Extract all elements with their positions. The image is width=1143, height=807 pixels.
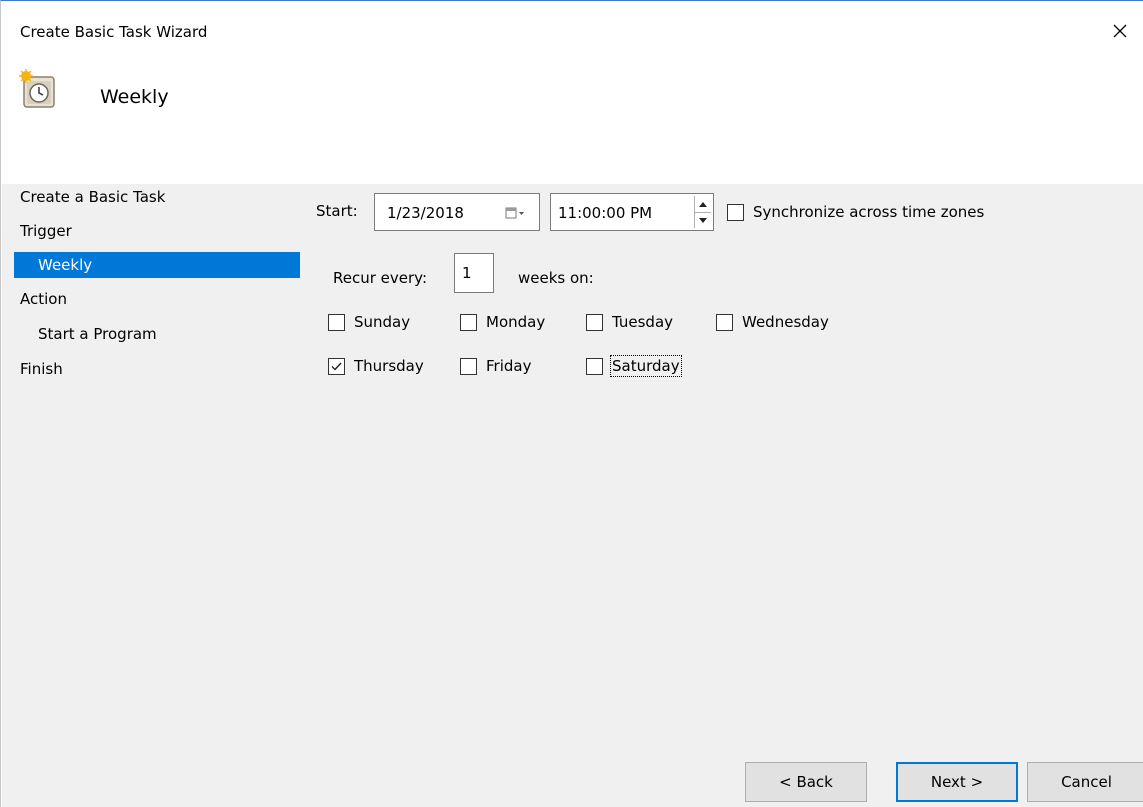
day-checkbox-saturday[interactable]: Saturday [586, 355, 682, 377]
spin-up-button[interactable] [695, 196, 711, 213]
nav-item-create-basic-task: Create a Basic Task [20, 188, 166, 206]
recur-weeks-value: 1 [462, 264, 472, 282]
close-icon [1113, 24, 1127, 38]
day-label: Thursday [354, 357, 424, 375]
nav-item-start-a-program: Start a Program [38, 325, 157, 343]
checkbox-box[interactable] [716, 313, 733, 331]
day-checkbox-tuesday[interactable]: Tuesday [586, 313, 673, 331]
day-checkbox-monday[interactable]: Monday [460, 313, 545, 331]
checkbox-box[interactable] [328, 357, 345, 375]
nav-item-weekly: Weekly [14, 252, 300, 278]
day-label: Saturday [610, 355, 682, 377]
scheduled-task-clock-icon [19, 69, 55, 108]
start-time-field[interactable]: 11:00:00 PM [550, 193, 714, 231]
checkbox-box[interactable] [586, 313, 603, 331]
wizard-body: Create a Basic Task Trigger Weekly Actio… [2, 184, 1143, 807]
day-checkbox-friday[interactable]: Friday [460, 357, 531, 375]
day-label: Friday [486, 357, 532, 375]
day-label: Sunday [354, 313, 411, 331]
close-button[interactable] [1097, 11, 1143, 51]
start-date-value: 1/23/2018 [387, 204, 464, 222]
nav-item-finish: Finish [20, 360, 63, 378]
sync-checkbox-box[interactable] [727, 203, 744, 221]
sync-time-zones-checkbox[interactable]: Synchronize across time zones [727, 203, 984, 221]
checkmark-icon [331, 362, 342, 371]
calendar-dropdown-icon[interactable] [505, 206, 525, 220]
nav-item-action: Action [20, 290, 67, 308]
day-checkbox-thursday[interactable]: Thursday [328, 357, 424, 375]
day-label: Tuesday [612, 313, 674, 331]
checkbox-box[interactable] [460, 313, 477, 331]
next-button[interactable]: Next > [896, 762, 1018, 802]
day-checkbox-sunday[interactable]: Sunday [328, 313, 410, 331]
cancel-button[interactable]: Cancel [1027, 762, 1143, 802]
sync-label: Synchronize across time zones [753, 203, 985, 221]
weeks-on-label: weeks on: [518, 269, 594, 287]
checkbox-box[interactable] [460, 357, 477, 375]
day-label: Wednesday [742, 313, 829, 331]
time-spinner[interactable] [694, 196, 711, 228]
wizard-window: Create Basic Task Wizard Weekly Create a… [0, 0, 1143, 807]
page-title: Weekly [100, 86, 169, 108]
start-date-picker[interactable]: 1/23/2018 [374, 193, 540, 231]
day-checkbox-wednesday[interactable]: Wednesday [716, 313, 829, 331]
spin-down-button[interactable] [695, 212, 711, 228]
chevron-down-icon [699, 217, 707, 223]
nav-item-trigger: Trigger [20, 222, 72, 240]
window-title: Create Basic Task Wizard [20, 23, 208, 41]
start-label: Start: [316, 202, 358, 220]
checkbox-box[interactable] [586, 357, 603, 375]
chevron-up-icon [699, 201, 707, 207]
back-button[interactable]: < Back [745, 762, 867, 802]
start-time-value: 11:00:00 PM [558, 204, 653, 222]
recur-every-label: Recur every: [333, 269, 428, 287]
checkbox-box[interactable] [328, 313, 345, 331]
day-label: Monday [486, 313, 546, 331]
recur-weeks-input[interactable]: 1 [454, 253, 494, 293]
